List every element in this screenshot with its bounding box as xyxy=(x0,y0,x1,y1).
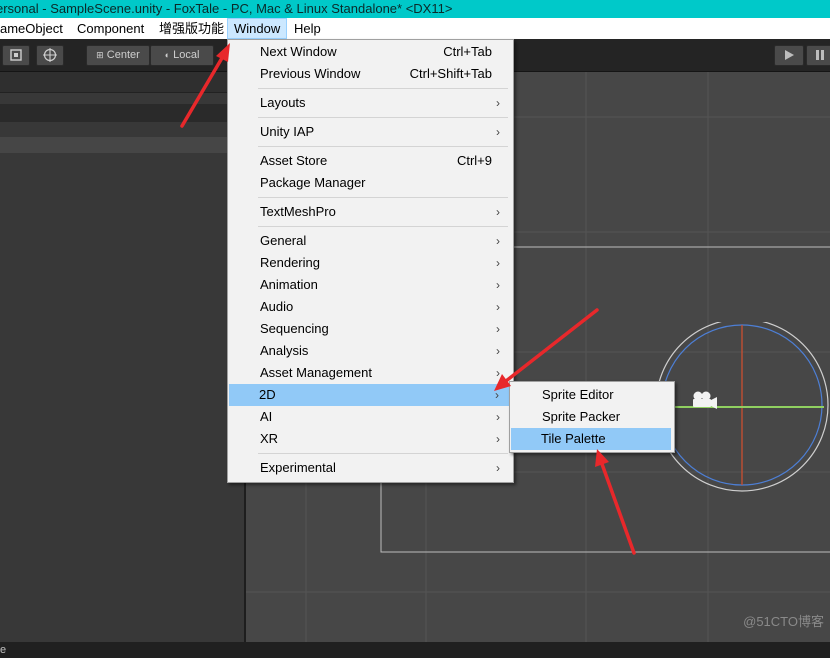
chevron-right-icon: › xyxy=(496,278,500,292)
window-title: ersonal - SampleScene.unity - FoxTale - … xyxy=(0,1,453,16)
menu-item-package-manager[interactable]: Package Manager xyxy=(230,172,510,194)
menu-item-tile-palette[interactable]: Tile Palette xyxy=(511,428,671,450)
rect-tool-icon xyxy=(10,49,22,61)
pivot-local-toggle[interactable]: ◐ Local xyxy=(150,45,214,66)
menu-item-sequencing[interactable]: Sequencing › xyxy=(230,318,510,340)
menu-item-label: XR xyxy=(260,431,279,446)
chevron-right-icon: › xyxy=(496,461,500,475)
menu-separator xyxy=(258,197,508,198)
menu-item-label: Analysis xyxy=(260,343,309,358)
window-menu: Next Window Ctrl+Tab Previous Window Ctr… xyxy=(227,39,514,483)
watermark: @51CTO博客 xyxy=(743,614,824,629)
menu-separator xyxy=(258,117,508,118)
transform-tool-icon xyxy=(43,48,57,62)
local-icon: ◐ xyxy=(164,50,171,60)
menu-item-shortcut: Ctrl+Shift+Tab xyxy=(409,66,492,81)
pivot-local-label: Local xyxy=(173,49,200,61)
status-bar: e xyxy=(0,642,830,658)
center-icon: ⊞ xyxy=(96,50,104,60)
chevron-right-icon: › xyxy=(495,388,499,402)
chevron-right-icon: › xyxy=(496,96,500,110)
menu-item-label: Rendering xyxy=(260,255,320,270)
menu-item-label: Next Window xyxy=(260,44,337,59)
menu-item-animation[interactable]: Animation › xyxy=(230,274,510,296)
menu-enhanced-features[interactable]: 增强版功能 xyxy=(153,18,230,39)
hierarchy-header xyxy=(0,72,244,93)
menu-gameobject[interactable]: ameObject xyxy=(0,18,69,39)
chevron-right-icon: › xyxy=(496,410,500,424)
menu-item-label: AI xyxy=(260,409,273,424)
chevron-right-icon: › xyxy=(496,300,500,314)
menu-item-xr[interactable]: XR › xyxy=(230,428,510,450)
menu-separator xyxy=(258,453,508,454)
menu-item-label: Unity IAP xyxy=(260,124,315,139)
status-text: e xyxy=(0,644,7,656)
menu-item-label: Sequencing xyxy=(260,321,329,336)
camera-gizmo[interactable] xyxy=(654,322,830,502)
menu-item-label: Asset Store xyxy=(260,153,328,168)
menu-item-asset-management[interactable]: Asset Management › xyxy=(230,362,510,384)
menu-item-label: Audio xyxy=(260,299,294,314)
menu-item-label: Layouts xyxy=(260,95,306,110)
chevron-right-icon: › xyxy=(496,256,500,270)
menu-item-label: Animation xyxy=(260,277,318,292)
menu-item-rendering[interactable]: Rendering › xyxy=(230,252,510,274)
hierarchy-search-bar[interactable] xyxy=(0,104,240,122)
play-button[interactable] xyxy=(774,45,804,66)
menu-item-ai[interactable]: AI › xyxy=(230,406,510,428)
menu-window[interactable]: Window xyxy=(227,18,288,39)
transform-tool-button[interactable] xyxy=(36,45,64,66)
hierarchy-scene-row[interactable] xyxy=(0,137,240,153)
menu-item-label: Experimental xyxy=(260,460,336,475)
menu-item-textmeshpro[interactable]: TextMeshPro › xyxy=(230,201,510,223)
menu-item-sprite-packer[interactable]: Sprite Packer xyxy=(512,406,672,428)
menu-item-next-window[interactable]: Next Window Ctrl+Tab xyxy=(230,41,510,63)
title-bar: ersonal - SampleScene.unity - FoxTale - … xyxy=(0,0,830,18)
menu-item-label: Asset Management xyxy=(260,365,373,380)
chevron-right-icon: › xyxy=(496,205,500,219)
menu-item-experimental[interactable]: Experimental › xyxy=(230,457,510,479)
pivot-center-toggle[interactable]: ⊞ Center xyxy=(86,45,150,66)
menu-item-asset-store[interactable]: Asset Store Ctrl+9 xyxy=(230,150,510,172)
play-icon xyxy=(785,50,794,60)
chevron-right-icon: › xyxy=(496,322,500,336)
menu-item-layouts[interactable]: Layouts › xyxy=(230,92,510,114)
pause-icon xyxy=(816,50,824,60)
menu-component[interactable]: Component xyxy=(71,18,150,39)
menu-item-general[interactable]: General › xyxy=(230,230,510,252)
menu-separator xyxy=(258,226,508,227)
rect-tool-button[interactable] xyxy=(2,45,30,66)
menu-item-analysis[interactable]: Analysis › xyxy=(230,340,510,362)
menu-item-label: Package Manager xyxy=(260,175,366,190)
menu-item-shortcut: Ctrl+Tab xyxy=(443,44,492,59)
menu-item-label: 2D xyxy=(259,387,276,402)
menu-item-sprite-editor[interactable]: Sprite Editor xyxy=(512,384,672,406)
menu-item-label: Tile Palette xyxy=(541,431,606,446)
menu-item-label: Sprite Packer xyxy=(542,409,621,424)
menu-item-label: Previous Window xyxy=(260,66,361,81)
hierarchy-panel xyxy=(0,93,244,642)
menu-item-shortcut: Ctrl+9 xyxy=(456,153,492,168)
menu-item-unity-iap[interactable]: Unity IAP › xyxy=(230,121,510,143)
menu-item-label: TextMeshPro xyxy=(260,204,336,219)
chevron-right-icon: › xyxy=(496,344,500,358)
chevron-right-icon: › xyxy=(496,432,500,446)
menu-item-2d[interactable]: 2D › xyxy=(229,384,509,406)
submenu-2d: Sprite Editor Sprite Packer Tile Palette xyxy=(509,381,675,453)
camera-icon xyxy=(693,391,717,409)
menu-item-audio[interactable]: Audio › xyxy=(230,296,510,318)
menu-separator xyxy=(258,146,508,147)
pause-button[interactable] xyxy=(806,45,830,66)
menu-bar: ameObject Component 增强版功能 Window Help xyxy=(0,18,830,39)
menu-item-label: General xyxy=(260,233,307,248)
menu-item-label: Sprite Editor xyxy=(542,387,614,402)
chevron-right-icon: › xyxy=(496,125,500,139)
chevron-right-icon: › xyxy=(496,234,500,248)
chevron-right-icon: › xyxy=(496,366,500,380)
menu-item-previous-window[interactable]: Previous Window Ctrl+Shift+Tab xyxy=(230,63,510,85)
menu-help[interactable]: Help xyxy=(288,18,327,39)
menu-separator xyxy=(258,88,508,89)
pivot-center-label: Center xyxy=(106,49,140,61)
